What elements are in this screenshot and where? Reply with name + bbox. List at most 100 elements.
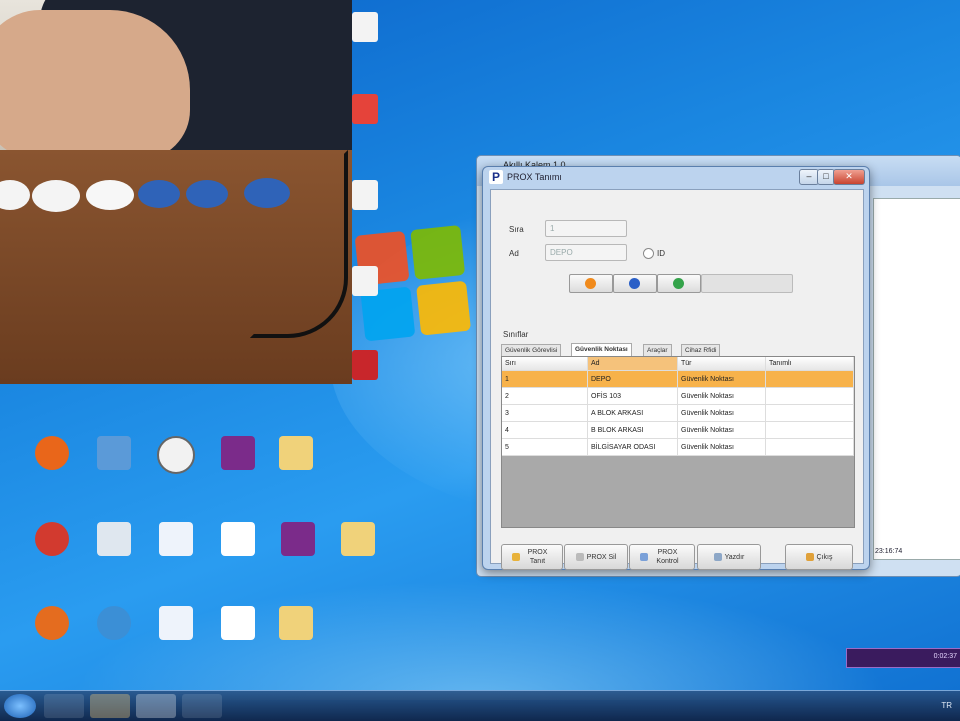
desktop-icon-4[interactable] — [352, 266, 378, 296]
table-cell-no: 5 — [502, 439, 588, 456]
firefox-icon[interactable] — [24, 606, 80, 643]
media-time: 0:02:37 — [933, 653, 957, 660]
ad-label: Ad — [509, 249, 519, 258]
table-cell-tur: Güvenlik Noktası — [678, 388, 766, 405]
desktop-icon-row1-2[interactable] — [86, 436, 142, 473]
prox-dialog-body: Sıra 1 Ad DEPO ID Sınıflar Güvenlik Göre… — [490, 189, 864, 570]
grid-header: Sırı Ad Tür Tanımlı — [502, 357, 854, 371]
prox-kontrol-label: PROX Kontrol — [656, 549, 679, 565]
table-cell-tur: Güvenlik Noktası — [678, 422, 766, 439]
add-button[interactable] — [569, 274, 613, 293]
refresh-button[interactable] — [657, 274, 701, 293]
tab-cihaz-rfidi[interactable]: Cihaz Rfidi — [681, 344, 721, 356]
prox-dialog-title: PROX Tanımı — [507, 172, 562, 182]
prox-kontrol-button[interactable]: PROX Kontrol — [629, 544, 695, 570]
col-header-ad[interactable]: Ad — [588, 357, 678, 371]
taskbar-app-icon[interactable] — [136, 694, 176, 718]
search-icon[interactable] — [148, 436, 204, 477]
sira-label: Sıra — [509, 225, 524, 234]
prox-tanit-button[interactable]: PROX Tanıt — [501, 544, 563, 570]
desktop-icon-row2-1[interactable] — [24, 522, 80, 559]
taskbar-media-icon[interactable] — [182, 694, 222, 718]
file-icon[interactable] — [210, 522, 266, 559]
wallpaper-glow-bottom — [0, 560, 960, 700]
delete-button[interactable] — [613, 274, 657, 293]
exit-icon — [805, 553, 814, 561]
table-cell-no: 4 — [502, 422, 588, 439]
ad-input[interactable]: DEPO — [545, 244, 627, 261]
folder-icon-2[interactable] — [330, 522, 386, 559]
tab-guvenlik-gorevlisi[interactable]: Güvenlik Görevlisi — [501, 344, 562, 356]
prox-grid: Sırı Ad Tür Tanımlı 1 DEPO Güvenlik Noktas… — [501, 356, 855, 528]
cikis-label: Çıkış — [816, 553, 833, 561]
close-button[interactable]: ✕ — [833, 169, 865, 185]
archive-icon-2[interactable] — [270, 522, 326, 559]
network-icon[interactable] — [86, 606, 142, 643]
desktop-icon-1[interactable] — [352, 12, 378, 42]
taskbar-firefox-icon[interactable] — [44, 694, 84, 718]
table-row[interactable]: 2 OFİS 103 Güvenlik Noktası — [502, 388, 854, 405]
sira-input[interactable]: 1 — [545, 220, 627, 237]
prox-title-bar: P PROX Tanımı – □ ✕ — [483, 167, 869, 187]
word-doc-icon[interactable] — [148, 522, 204, 559]
table-row[interactable]: 1 DEPO Güvenlik Noktası — [502, 371, 854, 388]
desktop-icon-2[interactable] — [352, 94, 378, 124]
minimize-button[interactable]: – — [799, 169, 819, 185]
table-cell-tanim — [766, 371, 854, 388]
table-cell-tur: Güvenlik Noktası — [678, 405, 766, 422]
id-radio[interactable] — [643, 248, 654, 259]
tab-araclar[interactable]: Araçlar — [643, 344, 672, 356]
table-cell-tanim — [766, 405, 854, 422]
tray-language[interactable]: TR — [941, 701, 952, 710]
table-cell-ad: A BLOK ARKASI — [588, 405, 678, 422]
app-logo-icon: P — [489, 170, 503, 184]
prox-dialog: P PROX Tanımı – □ ✕ Sıra 1 Ad DEPO ID Sı… — [482, 166, 870, 570]
yazdir-button[interactable]: Yazdır — [697, 544, 761, 570]
start-button[interactable] — [4, 694, 36, 718]
printer-icon — [713, 553, 722, 561]
tab-guvenlik-noktasi[interactable]: Güvenlik Noktası — [571, 343, 632, 356]
table-cell-ad: BİLGİSAYAR ODASI — [588, 439, 678, 456]
media-player-bar[interactable]: 0:02:37 — [846, 648, 960, 668]
yazdir-label: Yazdır — [724, 553, 745, 561]
prox-sil-icon — [575, 553, 584, 561]
desktop-icon-row1-1[interactable] — [24, 436, 80, 473]
prox-sil-button[interactable]: PROX Sil — [564, 544, 628, 570]
disabled-toolbar-button — [701, 274, 793, 293]
prox-kontrol-icon — [639, 553, 648, 561]
id-radio-label: ID — [657, 249, 665, 258]
table-cell-no: 1 — [502, 371, 588, 388]
col-header-no[interactable]: Sırı — [502, 357, 588, 371]
table-row[interactable]: 3A BLOK ARKASI Güvenlik Noktası — [502, 405, 854, 422]
table-cell-tur: Güvenlik Noktası — [678, 371, 766, 388]
col-header-tur[interactable]: Tür — [678, 357, 766, 371]
table-cell-tanim — [766, 422, 854, 439]
background-window-content — [873, 198, 960, 560]
cikis-button[interactable]: Çıkış — [785, 544, 853, 570]
table-cell-tanim — [766, 439, 854, 456]
col-header-tanim[interactable]: Tanımlı — [766, 357, 854, 371]
table-cell-tur: Güvenlik Noktası — [678, 439, 766, 456]
table-cell-tanim — [766, 388, 854, 405]
prox-tanit-label: PROX Tanıt — [527, 549, 548, 565]
word-doc-icon-2[interactable] — [148, 606, 204, 643]
table-cell-ad: B BLOK ARKASI — [588, 422, 678, 439]
add-icon — [585, 277, 596, 289]
desktop-icon-row2-2[interactable] — [86, 522, 142, 559]
folder-icon[interactable] — [268, 436, 324, 473]
desktop-icon-3[interactable] — [352, 180, 378, 210]
taskbar-explorer-icon[interactable] — [90, 694, 130, 718]
table-row[interactable]: 5 BİLGİSAYAR ODASI Güvenlik Noktası — [502, 439, 854, 456]
archive-icon[interactable] — [210, 436, 266, 473]
folder-icon-3[interactable] — [268, 606, 324, 643]
table-row[interactable]: 4B BLOK ARKASI Güvenlik Noktası — [502, 422, 854, 439]
webcam-video-overlay — [0, 0, 352, 384]
background-status-text: 23:16:74 — [875, 548, 903, 555]
file-icon-2[interactable] — [210, 606, 266, 643]
acrobat-icon[interactable] — [352, 350, 378, 380]
delete-icon — [629, 277, 640, 289]
refresh-icon — [673, 277, 684, 289]
table-cell-ad: OFİS 103 — [588, 388, 678, 405]
siniflar-label: Sınıflar — [503, 330, 529, 339]
prox-tanit-icon — [511, 553, 520, 561]
